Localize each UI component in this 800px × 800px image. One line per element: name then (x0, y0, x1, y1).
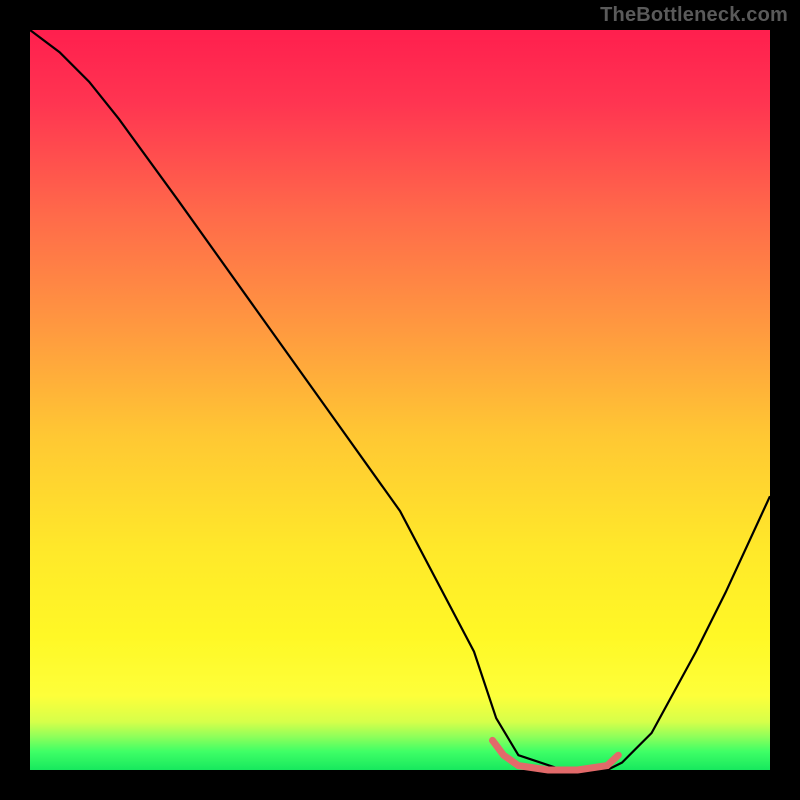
watermark-text: TheBottleneck.com (600, 4, 788, 27)
chart-stage: TheBottleneck.com (0, 0, 800, 800)
plot-background (30, 30, 770, 770)
bottleneck-curve-chart (0, 0, 800, 800)
